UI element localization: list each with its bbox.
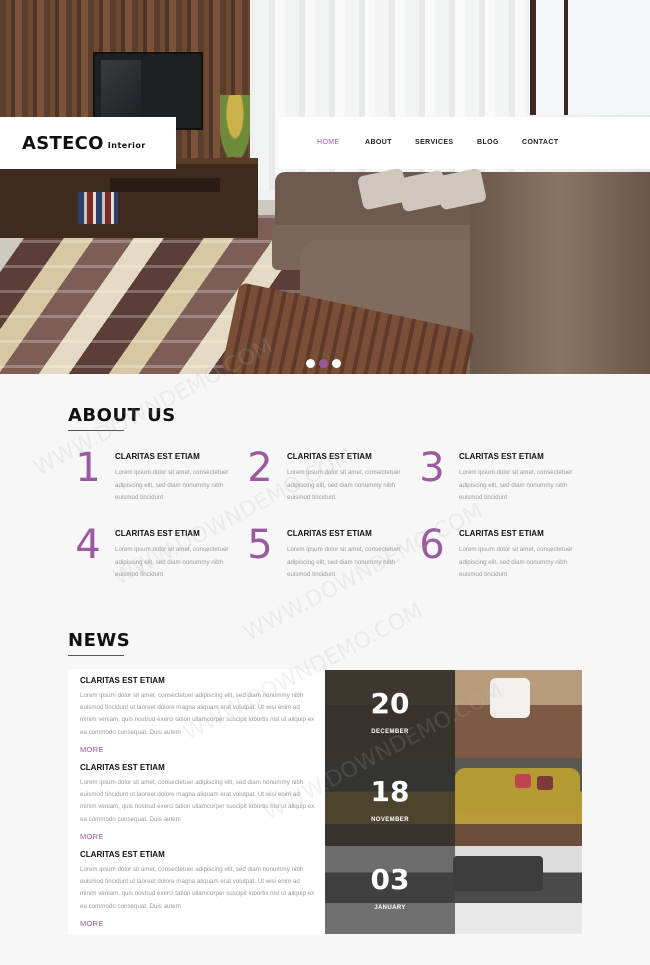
logo-name: ASTECO [22, 132, 104, 154]
nav-blog[interactable]: BLOG [477, 139, 499, 146]
news-photo-pillow [515, 774, 531, 788]
news-date-month: JANUARY [374, 905, 406, 911]
about-number: 1 [75, 445, 101, 491]
about-heading: CLARITAS EST ETIAM [459, 452, 544, 461]
news-item: CLARITAS EST ETIAM Lorem ipsum dolor sit… [80, 676, 315, 757]
slider-dot-3[interactable] [332, 359, 341, 368]
about-heading: CLARITAS EST ETIAM [115, 529, 200, 538]
slider-dot-2[interactable] [319, 359, 328, 368]
nav-contact[interactable]: CONTACT [522, 139, 559, 146]
news-title: NEWS [68, 630, 131, 656]
about-item: 4 CLARITAS EST ETIAM Lorem ipsum dolor s… [68, 525, 228, 589]
about-number: 4 [75, 522, 101, 568]
about-title: ABOUT US [68, 405, 176, 431]
news-image-living-room[interactable]: 20 DECEMBER [325, 670, 582, 758]
about-number: 2 [247, 445, 273, 491]
news-photo-chair [490, 678, 530, 718]
news-item: CLARITAS EST ETIAM Lorem ipsum dolor sit… [80, 763, 315, 844]
about-item: 6 CLARITAS EST ETIAM Lorem ipsum dolor s… [412, 525, 572, 589]
logo[interactable]: ASTECO Interior [0, 117, 176, 169]
about-text: Lorem ipsum dolor sit amet, consectetuer… [287, 546, 401, 579]
news-list: CLARITAS EST ETIAM Lorem ipsum dolor sit… [68, 669, 325, 935]
about-text: Lorem ipsum dolor sit amet, consectetuer… [459, 546, 573, 579]
nav-about[interactable]: ABOUT [365, 139, 392, 146]
hero-books [78, 192, 118, 224]
hero-slider [0, 0, 650, 374]
news-image-grey-sofa[interactable]: 03 JANUARY [325, 846, 582, 934]
news-text: Lorem ipsum dolor sit amet, consectetuer… [80, 779, 315, 823]
hero-sofa-arm [470, 172, 650, 374]
about-text: Lorem ipsum dolor sit amet, consectetuer… [115, 546, 229, 579]
about-heading: CLARITAS EST ETIAM [287, 452, 372, 461]
hero-shelf [0, 158, 258, 238]
news-text: Lorem ipsum dolor sit amet, consectetuer… [80, 866, 315, 910]
about-item: 3 CLARITAS EST ETIAM Lorem ipsum dolor s… [412, 448, 572, 512]
about-item: 1 CLARITAS EST ETIAM Lorem ipsum dolor s… [68, 448, 228, 512]
about-number: 3 [419, 445, 445, 491]
nav-services[interactable]: SERVICES [415, 139, 453, 146]
about-text: Lorem ipsum dolor sit amet, consectetuer… [115, 469, 229, 502]
news-date-day: 20 [370, 687, 410, 720]
news-more-link[interactable]: MORE [80, 919, 104, 928]
hero-window [530, 0, 650, 115]
news-photo-pillow [537, 776, 553, 790]
hero-plant [220, 95, 250, 157]
main-nav: HOME ABOUT SERVICES BLOG CONTACT [279, 117, 650, 169]
about-heading: CLARITAS EST ETIAM [115, 452, 200, 461]
news-heading[interactable]: CLARITAS EST ETIAM [80, 850, 315, 859]
logo-tagline: Interior [107, 140, 146, 150]
about-number: 5 [247, 522, 273, 568]
about-heading: CLARITAS EST ETIAM [287, 529, 372, 538]
news-image-yellow-sofa[interactable]: 18 NOVEMBER [325, 758, 582, 846]
news-more-link[interactable]: MORE [80, 745, 104, 754]
news-date-day: 18 [370, 775, 410, 808]
about-text: Lorem ipsum dolor sit amet, consectetuer… [287, 469, 401, 502]
news-date-day: 03 [370, 863, 410, 896]
slider-pagination [306, 359, 341, 368]
news-photo-sofa [453, 856, 543, 891]
news-item: CLARITAS EST ETIAM Lorem ipsum dolor sit… [80, 850, 315, 931]
news-date-month: DECEMBER [371, 729, 409, 735]
about-text: Lorem ipsum dolor sit amet, consectetuer… [459, 469, 573, 502]
about-heading: CLARITAS EST ETIAM [459, 529, 544, 538]
news-date-month: NOVEMBER [371, 817, 409, 823]
news-heading[interactable]: CLARITAS EST ETIAM [80, 763, 315, 772]
slider-dot-1[interactable] [306, 359, 315, 368]
nav-home[interactable]: HOME [317, 139, 340, 146]
news-more-link[interactable]: MORE [80, 832, 104, 841]
about-item: 2 CLARITAS EST ETIAM Lorem ipsum dolor s… [240, 448, 400, 512]
news-heading[interactable]: CLARITAS EST ETIAM [80, 676, 315, 685]
about-item: 5 CLARITAS EST ETIAM Lorem ipsum dolor s… [240, 525, 400, 589]
news-text: Lorem ipsum dolor sit amet, consectetuer… [80, 692, 315, 736]
about-number: 6 [419, 522, 445, 568]
